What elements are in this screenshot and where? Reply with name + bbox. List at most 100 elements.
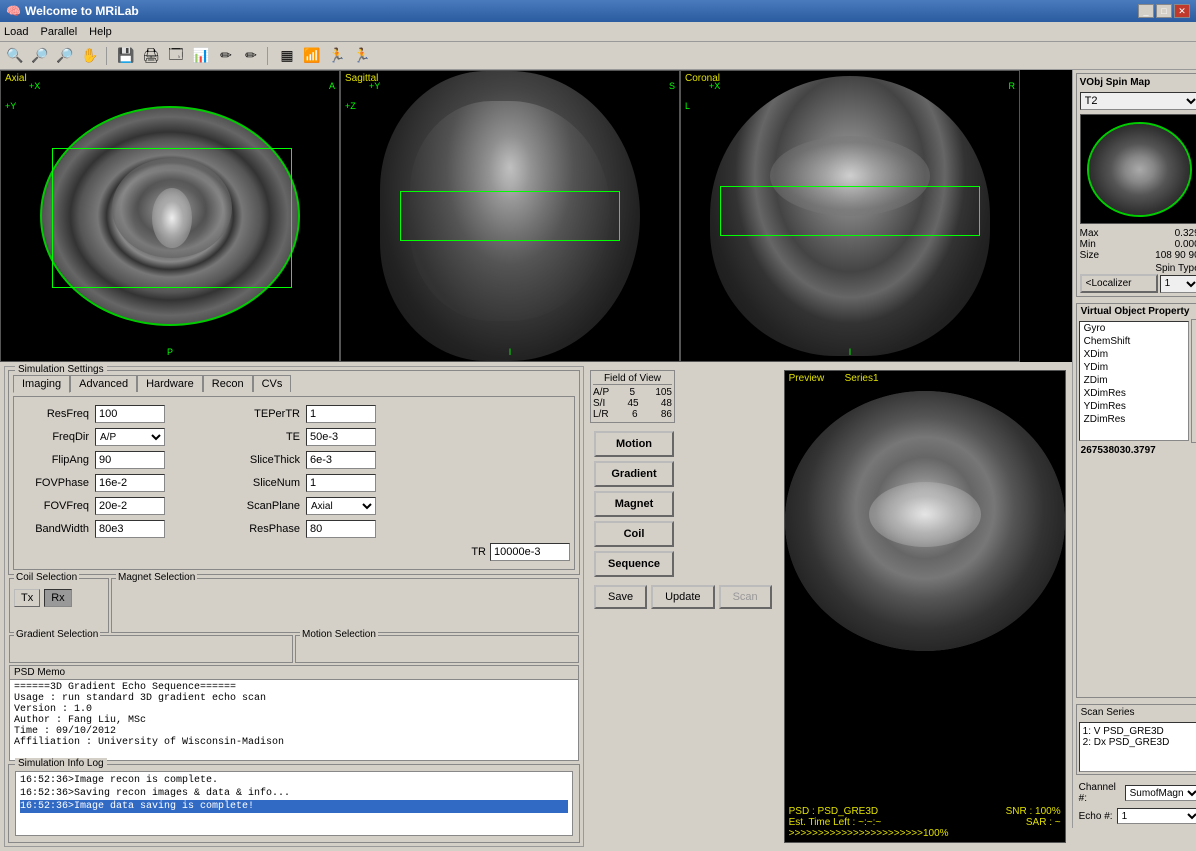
freqdir-select[interactable]: A/PR/LS/I (95, 428, 165, 446)
menu-load[interactable]: Load (4, 26, 28, 38)
fovphase-input[interactable] (95, 474, 165, 492)
toolbar-separator-2 (267, 47, 271, 65)
scan-series-panel: Scan Series 1: V PSD_GRE3D 2: Dx PSD_GRE… (1076, 704, 1196, 775)
prop-scrollbar[interactable] (1191, 319, 1196, 443)
close-button[interactable]: ✕ (1174, 4, 1190, 18)
scan-button[interactable]: Scan (719, 585, 772, 609)
tepertr-input[interactable] (306, 405, 376, 423)
slicenum-input[interactable] (306, 474, 376, 492)
vobj-title: VObj Spin Map (1080, 77, 1196, 88)
sagittal-viewer[interactable]: Sagittal +Y +Z S I (340, 70, 680, 362)
echo-select[interactable]: 1 (1117, 808, 1196, 824)
prop-ydim[interactable]: YDim (1080, 361, 1188, 374)
coil-buttons: Tx Rx (14, 589, 104, 607)
action-buttons: Motion Gradient Magnet Coil Sequence (590, 427, 680, 581)
motion-button[interactable]: Motion (594, 431, 674, 457)
fovphase-label: FOVPhase (18, 477, 93, 489)
log-content: 16:52:36>Image recon is complete. 16:52:… (16, 772, 572, 815)
flipang-input[interactable] (95, 451, 165, 469)
bandwidth-label: BandWidth (18, 523, 93, 535)
chart-icon[interactable]: 📊 (190, 45, 212, 67)
coronal-viewer[interactable]: Coronal +X R L I (680, 70, 1020, 362)
resfreq-input[interactable] (95, 405, 165, 423)
edit2-icon[interactable]: ✏ (240, 45, 262, 67)
prop-zdimres[interactable]: ZDimRes (1080, 413, 1188, 426)
prop-gyro[interactable]: Gyro (1080, 322, 1188, 335)
save-icon[interactable]: 💾 (115, 45, 137, 67)
axial-viewer[interactable]: Axial +X +Y A P (0, 70, 340, 362)
coronal-brain-container (681, 71, 1019, 361)
prop-chemshift[interactable]: ChemShift (1080, 335, 1188, 348)
coil-tx-button[interactable]: Tx (14, 589, 40, 607)
scan-series-item-1[interactable]: 2: Dx PSD_GRE3D (1083, 737, 1196, 748)
virtual-object-property-panel: Virtual Object Property Gyro ChemShift X… (1076, 303, 1196, 698)
minimize-button[interactable]: _ (1138, 4, 1154, 18)
scan-series-item-0[interactable]: 1: V PSD_GRE3D (1083, 726, 1196, 737)
tab-imaging[interactable]: Imaging (13, 375, 70, 393)
viewers-row: Axial +X +Y A P (0, 70, 1072, 362)
sagittal-brain-container (341, 71, 679, 361)
axial-brain-image (40, 106, 300, 326)
axial-axis-a: A (329, 81, 335, 91)
vobj-min-value: 0.000 (1175, 239, 1196, 250)
scanplane-select[interactable]: AxialSagittalCoronal (306, 497, 376, 515)
update-button[interactable]: Update (651, 585, 714, 609)
sagittal-axis-s: S (669, 81, 675, 91)
tab-recon[interactable]: Recon (203, 375, 253, 392)
zoom-in-icon[interactable]: 🔍 (4, 45, 26, 67)
save-button[interactable]: Save (594, 585, 647, 609)
grid-icon[interactable]: ▦ (276, 45, 298, 67)
preview-est-time: Est. Time Left : ~:~:~ (789, 817, 882, 828)
coil-selection-title: Coil Selection (14, 572, 79, 583)
pan-icon[interactable]: ✋ (79, 45, 101, 67)
prop-zdim[interactable]: ZDim (1080, 374, 1188, 387)
fov-si-v2: 48 (661, 398, 672, 409)
slicethick-input[interactable] (306, 451, 376, 469)
te-input[interactable] (306, 428, 376, 446)
prop-list[interactable]: Gyro ChemShift XDim YDim ZDim XDimRes YD… (1079, 321, 1189, 441)
magnet-button[interactable]: Magnet (594, 491, 674, 517)
fov-actions-column: Field of View A/P 5 105 S/I 45 (590, 366, 776, 847)
resphase-input[interactable] (306, 520, 376, 538)
prop-xdim[interactable]: XDim (1080, 348, 1188, 361)
coil-button[interactable]: Coil (594, 521, 674, 547)
menu-help[interactable]: Help (89, 26, 112, 38)
vobj-max-label: Max (1080, 228, 1099, 239)
run2-icon[interactable]: 🏃 (351, 45, 373, 67)
signal-icon[interactable]: 📶 (301, 45, 323, 67)
preview-info-bar: PSD : PSD_GRE3D SNR : 100% Est. Time Lef… (785, 803, 1065, 842)
fov-si-label: S/I (593, 398, 605, 409)
fov-row-0: A/P 5 105 (593, 387, 672, 398)
right-panel: VObj Spin Map T1 T2 T2* PD Max 0.329 Min (1072, 70, 1196, 828)
edit-icon[interactable]: ✏ (215, 45, 237, 67)
magnet-selection-title: Magnet Selection (116, 572, 197, 583)
menu-parallel[interactable]: Parallel (40, 26, 77, 38)
zoom-fit-icon[interactable]: 🔎 (54, 45, 76, 67)
tab-advanced[interactable]: Advanced (70, 375, 137, 392)
channel-label: Channel #: (1079, 782, 1121, 804)
log-line-0: 16:52:36>Image recon is complete. (20, 774, 568, 787)
prop-ydimres[interactable]: YDimRes (1080, 400, 1188, 413)
simulation-settings-group: Simulation Settings Imaging Advanced Har… (8, 370, 580, 575)
channel-select[interactable]: SumofMagn Real Imaginary (1125, 785, 1196, 801)
sequence-button[interactable]: Sequence (594, 551, 674, 577)
gradient-button[interactable]: Gradient (594, 461, 674, 487)
run-icon[interactable]: 🏃 (326, 45, 348, 67)
axial-brain-container (1, 71, 339, 361)
fovfreq-input[interactable] (95, 497, 165, 515)
localizer-button[interactable]: <Localizer (1080, 274, 1158, 293)
tr-input[interactable] (490, 543, 570, 561)
zoom-out-icon[interactable]: 🔎 (29, 45, 51, 67)
tab-hardware[interactable]: Hardware (137, 375, 203, 392)
vobj-select[interactable]: T1 T2 T2* PD (1080, 92, 1196, 110)
print-icon[interactable]: 🖨 (140, 45, 162, 67)
bandwidth-input[interactable] (95, 520, 165, 538)
maximize-button[interactable]: □ (1156, 4, 1172, 18)
psd-line-3: Author : Fang Liu, MSc (14, 715, 574, 726)
tab-cvs[interactable]: CVs (253, 375, 292, 392)
spin-type-select[interactable]: 1 (1160, 275, 1196, 293)
prop-xdimres[interactable]: XDimRes (1080, 387, 1188, 400)
coil-rx-button[interactable]: Rx (44, 589, 71, 607)
prop-value-display: 267538030.3797 (1077, 443, 1196, 458)
window-icon[interactable]: 🗔 (165, 45, 187, 67)
